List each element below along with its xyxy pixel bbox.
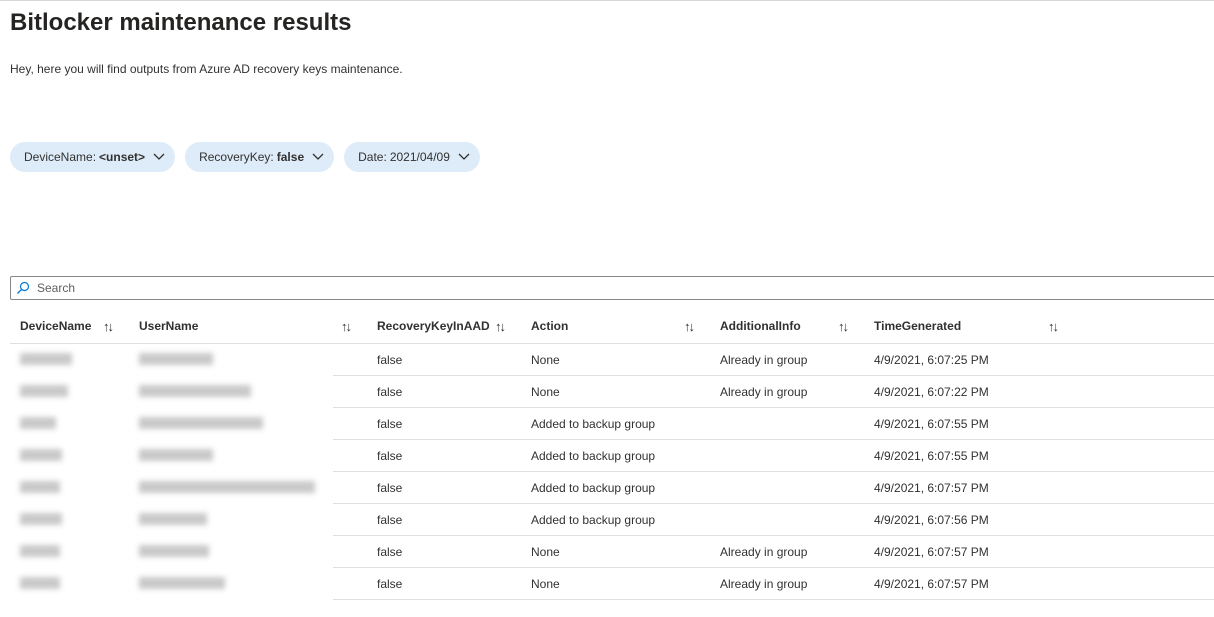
- redacted-area: [10, 472, 333, 504]
- cell-action: Added to backup group: [531, 417, 656, 431]
- table-header: DeviceName ↑↓ UserName ↑↓ RecoveryKeyInA…: [10, 310, 1214, 344]
- page-description: Hey, here you will find outputs from Azu…: [10, 62, 403, 76]
- cell-additionalinfo: Already in group: [720, 353, 808, 367]
- cell-additionalinfo: Already in group: [720, 545, 808, 559]
- redacted-user-name: [139, 385, 251, 397]
- redacted-device-name: [20, 513, 62, 525]
- redacted-device-name: [20, 353, 72, 365]
- redacted-area: [10, 344, 333, 376]
- cell-timegenerated: 4/9/2021, 6:07:55 PM: [874, 449, 989, 463]
- cell-action: None: [531, 385, 560, 399]
- cell-recoverykeyinaad: false: [377, 385, 403, 399]
- redacted-area: [10, 568, 333, 600]
- results-table: DeviceName ↑↓ UserName ↑↓ RecoveryKeyInA…: [10, 310, 1214, 600]
- redacted-area: [10, 536, 333, 568]
- sort-icon[interactable]: ↑↓: [103, 319, 114, 334]
- cell-recoverykeyinaad: false: [377, 353, 403, 367]
- filter-value: <unset>: [99, 150, 146, 164]
- filter-label: DeviceName:: [24, 150, 97, 164]
- redacted-area: [10, 440, 333, 472]
- sort-icon[interactable]: ↑↓: [341, 319, 352, 334]
- cell-action: Added to backup group: [531, 513, 656, 527]
- redacted-area: [10, 504, 333, 536]
- filter-recovery-key[interactable]: RecoveryKey: false: [185, 142, 335, 172]
- sort-icon[interactable]: ↑↓: [1048, 319, 1059, 334]
- cell-action: Added to backup group: [531, 481, 656, 495]
- filter-device-name[interactable]: DeviceName: <unset>: [10, 142, 176, 172]
- search-box[interactable]: [10, 276, 1214, 300]
- sort-icon[interactable]: ↑↓: [684, 319, 695, 334]
- cell-recoverykeyinaad: false: [377, 513, 403, 527]
- cell-recoverykeyinaad: false: [377, 577, 403, 591]
- redacted-user-name: [139, 577, 225, 589]
- redacted-device-name: [20, 385, 68, 397]
- filter-label: RecoveryKey:: [199, 150, 274, 164]
- redacted-device-name: [20, 577, 60, 589]
- redacted-user-name: [139, 353, 213, 365]
- chevron-down-icon: [153, 153, 165, 161]
- sort-icon[interactable]: ↑↓: [838, 319, 849, 334]
- cell-action: Added to backup group: [531, 449, 656, 463]
- filter-value: false: [276, 150, 305, 164]
- column-header-additionalinfo[interactable]: AdditionalInfo: [720, 319, 801, 333]
- cell-timegenerated: 4/9/2021, 6:07:25 PM: [874, 353, 989, 367]
- redacted-device-name: [20, 545, 60, 557]
- cell-timegenerated: 4/9/2021, 6:07:22 PM: [874, 385, 989, 399]
- cell-timegenerated: 4/9/2021, 6:07:57 PM: [874, 481, 989, 495]
- search-input[interactable]: [35, 280, 1139, 296]
- column-header-username[interactable]: UserName: [139, 319, 198, 333]
- column-header-action[interactable]: Action: [531, 319, 568, 333]
- chevron-down-icon: [312, 153, 324, 161]
- table-row[interactable]: false Added to backup group 4/9/2021, 6:07…: [10, 408, 1214, 440]
- column-header-recoverykeyinaad[interactable]: RecoveryKeyInAAD: [377, 319, 490, 333]
- cell-action: None: [531, 577, 560, 591]
- redacted-area: [10, 408, 333, 440]
- cell-action: None: [531, 545, 560, 559]
- redacted-device-name: [20, 481, 60, 493]
- cell-recoverykeyinaad: false: [377, 481, 403, 495]
- redacted-user-name: [139, 449, 213, 461]
- table-row[interactable]: false Added to backup group 4/9/2021, 6:07…: [10, 504, 1214, 536]
- redacted-user-name: [139, 417, 263, 429]
- redacted-device-name: [20, 449, 62, 461]
- redacted-area: [10, 376, 333, 408]
- cell-timegenerated: 4/9/2021, 6:07:57 PM: [874, 545, 989, 559]
- search-icon: [16, 281, 30, 295]
- filter-value: 2021/04/09: [389, 150, 450, 164]
- cell-recoverykeyinaad: false: [377, 449, 403, 463]
- top-divider: [0, 0, 1214, 1]
- cell-recoverykeyinaad: false: [377, 545, 403, 559]
- redacted-device-name: [20, 417, 56, 429]
- cell-additionalinfo: Already in group: [720, 577, 808, 591]
- table-row[interactable]: false Added to backup group 4/9/2021, 6:07…: [10, 472, 1214, 504]
- cell-timegenerated: 4/9/2021, 6:07:55 PM: [874, 417, 989, 431]
- cell-timegenerated: 4/9/2021, 6:07:56 PM: [874, 513, 989, 527]
- cell-timegenerated: 4/9/2021, 6:07:57 PM: [874, 577, 989, 591]
- redacted-user-name: [139, 481, 315, 493]
- page-title: Bitlocker maintenance results: [10, 9, 352, 36]
- column-header-devicename[interactable]: DeviceName: [20, 319, 91, 333]
- cell-action: None: [531, 353, 560, 367]
- filter-date[interactable]: Date: 2021/04/09: [344, 142, 480, 172]
- sort-icon[interactable]: ↑↓: [495, 319, 506, 334]
- cell-additionalinfo: Already in group: [720, 385, 808, 399]
- redacted-user-name: [139, 545, 209, 557]
- filter-bar: DeviceName: <unset> RecoveryKey: false D…: [10, 142, 480, 172]
- cell-recoverykeyinaad: false: [377, 417, 403, 431]
- filter-label: Date:: [358, 150, 387, 164]
- table-row[interactable]: false None Already in group 4/9/2021, 6:07:…: [10, 536, 1214, 568]
- column-header-timegenerated[interactable]: TimeGenerated: [874, 319, 961, 333]
- redacted-user-name: [139, 513, 207, 525]
- table-row[interactable]: false None Already in group 4/9/2021, 6:07:…: [10, 568, 1214, 600]
- chevron-down-icon: [458, 153, 470, 161]
- table-row[interactable]: false Added to backup group 4/9/2021, 6:07…: [10, 440, 1214, 472]
- table-row[interactable]: false None Already in group 4/9/2021, 6:07:…: [10, 376, 1214, 408]
- table-row[interactable]: false None Already in group 4/9/2021, 6:07:…: [10, 344, 1214, 376]
- table-body: false None Already in group 4/9/2021, 6:07:…: [10, 344, 1214, 600]
